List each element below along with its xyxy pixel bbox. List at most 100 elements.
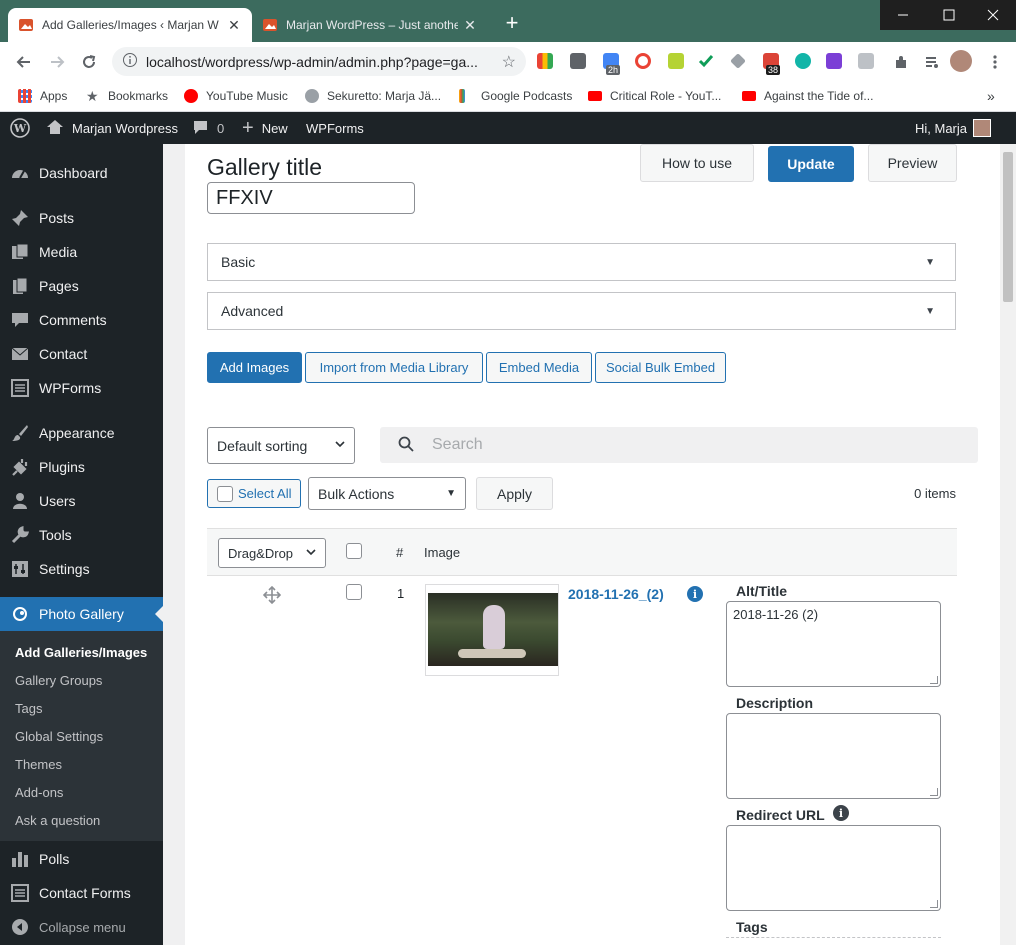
submenu-item-tags[interactable]: Tags [15, 696, 42, 720]
checkmark-extension-icon[interactable] [698, 53, 714, 69]
onenote-icon[interactable] [826, 53, 842, 69]
add-images-button[interactable]: Add Images [207, 352, 302, 383]
browser-tab-inactive[interactable]: Marjan WordPress – Just another ✕ [252, 8, 488, 42]
reload-icon[interactable] [77, 50, 101, 74]
alt-title-field[interactable]: 2018-11-26 (2) [726, 601, 941, 687]
submenu-item-add-ons[interactable]: Add-ons [15, 780, 63, 804]
close-tab-icon[interactable]: ✕ [226, 17, 242, 34]
sidebar-item-settings[interactable]: Settings [0, 552, 163, 586]
submenu-item-themes[interactable]: Themes [15, 752, 62, 776]
image-thumbnail[interactable] [425, 584, 559, 676]
sidebar-item-plugins[interactable]: Plugins [0, 450, 163, 484]
bookmark-star-icon[interactable]: ☆ [502, 52, 516, 72]
sidebar-item-wpforms[interactable]: WPForms [0, 371, 163, 405]
sorting-select[interactable]: Default sorting [207, 427, 355, 464]
sidebar-item-label: Collapse menu [39, 919, 126, 935]
bookmarks-overflow-icon[interactable]: » [987, 86, 995, 106]
extension-icon[interactable] [795, 53, 811, 69]
back-icon[interactable] [12, 50, 36, 74]
redirect-url-field[interactable] [726, 825, 941, 911]
admin-bar-wpforms[interactable]: WPForms [306, 112, 364, 144]
wordpress-logo-icon[interactable]: W [10, 112, 30, 144]
extensions-puzzle-icon[interactable] [889, 50, 913, 74]
how-to-use-button[interactable]: How to use [640, 144, 754, 182]
order-select[interactable]: Drag&Drop [218, 538, 326, 568]
bookmark-google-podcasts[interactable]: Google Podcasts [459, 86, 572, 106]
page-scrollbar[interactable] [1000, 144, 1016, 945]
header-checkbox[interactable] [346, 543, 362, 559]
close-tab-icon[interactable]: ✕ [462, 17, 478, 34]
bookmark-sekuretto[interactable]: Sekuretto: Marja Jä... [305, 86, 441, 106]
extension-icon[interactable] [635, 53, 651, 69]
social-bulk-embed-button[interactable]: Social Bulk Embed [595, 352, 726, 383]
media-queue-icon[interactable] [920, 50, 944, 74]
info-icon[interactable]: i [687, 586, 703, 602]
sidebar-item-media[interactable]: Media [0, 235, 163, 269]
extension-icon[interactable] [730, 53, 746, 69]
submenu-item-ask-question[interactable]: Ask a question [15, 808, 100, 832]
submenu-item-gallery-groups[interactable]: Gallery Groups [15, 668, 102, 692]
section-label: Basic [221, 254, 256, 270]
drag-handle-icon[interactable] [262, 585, 282, 607]
submenu-item-add-galleries[interactable]: Add Galleries/Images [15, 640, 147, 664]
search-input[interactable]: Search [380, 427, 978, 463]
scrollbar-thumb[interactable] [1003, 152, 1013, 302]
profile-avatar[interactable] [950, 50, 972, 72]
tags-field[interactable] [726, 937, 941, 945]
sidebar-item-posts[interactable]: Posts [0, 201, 163, 235]
select-all-checkbox[interactable] [217, 485, 233, 502]
sidebar-item-photo-gallery[interactable]: Photo Gallery [0, 597, 163, 631]
bookmark-critical-role[interactable]: Critical Role - YouT... [588, 86, 721, 106]
maximize-icon[interactable] [926, 0, 972, 30]
extension-icon[interactable] [570, 53, 586, 69]
extension-icon[interactable] [668, 53, 684, 69]
embed-media-button[interactable]: Embed Media [486, 352, 592, 383]
bookmark-bookmarks[interactable]: ★ Bookmarks [86, 86, 168, 106]
sidebar-item-contact-forms[interactable]: Contact Forms [0, 876, 163, 910]
address-bar[interactable]: localhost/wordpress/wp-admin/admin.php?p… [112, 47, 526, 76]
browser-tab-active[interactable]: Add Galleries/Images ‹ Marjan W ✕ [8, 8, 252, 42]
new-tab-icon[interactable]: + [500, 12, 524, 36]
info-icon[interactable]: i [833, 805, 849, 821]
update-button[interactable]: Update [768, 146, 854, 182]
minimize-icon[interactable] [880, 0, 926, 30]
import-media-library-button[interactable]: Import from Media Library [305, 352, 483, 383]
admin-bar-account[interactable]: Hi, Marja [915, 112, 992, 144]
sidebar-item-label: Plugins [39, 459, 85, 475]
sidebar-collapse-menu[interactable]: Collapse menu [0, 910, 163, 944]
bookmark-apps[interactable]: Apps [18, 86, 67, 106]
gallery-title-input[interactable]: FFXIV [207, 182, 415, 214]
info-circle-icon[interactable] [122, 52, 138, 71]
basic-section-toggle[interactable]: Basic ▼ [207, 243, 956, 281]
admin-bar-new[interactable]: + New [242, 112, 288, 144]
sidebar-item-comments[interactable]: Comments [0, 303, 163, 337]
apply-button[interactable]: Apply [476, 477, 553, 510]
sidebar-item-dashboard[interactable]: Dashboard [0, 156, 163, 190]
items-count: 0 items [914, 486, 956, 501]
admin-bar-comments[interactable]: 0 [192, 112, 224, 144]
sidebar-item-tools[interactable]: Tools [0, 518, 163, 552]
advanced-section-toggle[interactable]: Advanced ▼ [207, 292, 956, 330]
bookmark-against-the-tide[interactable]: Against the Tide of... [742, 86, 873, 106]
select-all-button[interactable]: Select All [207, 479, 301, 508]
sidebar-item-appearance[interactable]: Appearance [0, 416, 163, 450]
description-label: Description [736, 695, 814, 711]
preview-button[interactable]: Preview [868, 144, 957, 182]
bookmark-youtube-music[interactable]: YouTube Music [184, 86, 288, 106]
sidebar-item-users[interactable]: Users [0, 484, 163, 518]
chrome-menu-icon[interactable] [983, 50, 1007, 74]
row-checkbox[interactable] [346, 584, 362, 600]
forward-icon[interactable] [45, 50, 69, 74]
close-window-icon[interactable] [970, 0, 1016, 30]
sidebar-item-polls[interactable]: Polls [0, 842, 163, 876]
extension-icon[interactable] [858, 53, 874, 69]
sidebar-item-pages[interactable]: Pages [0, 269, 163, 303]
admin-bar-site[interactable]: Marjan Wordpress [46, 112, 178, 144]
description-field[interactable] [726, 713, 941, 799]
submenu-item-global-settings[interactable]: Global Settings [15, 724, 103, 748]
extension-icon[interactable] [537, 53, 553, 69]
bookmark-label: Against the Tide of... [764, 89, 874, 103]
bulk-actions-select[interactable]: Bulk Actions ▼ [308, 477, 466, 510]
sidebar-item-contact[interactable]: Contact [0, 337, 163, 371]
image-filename-link[interactable]: 2018-11-26_(2) [568, 586, 664, 602]
